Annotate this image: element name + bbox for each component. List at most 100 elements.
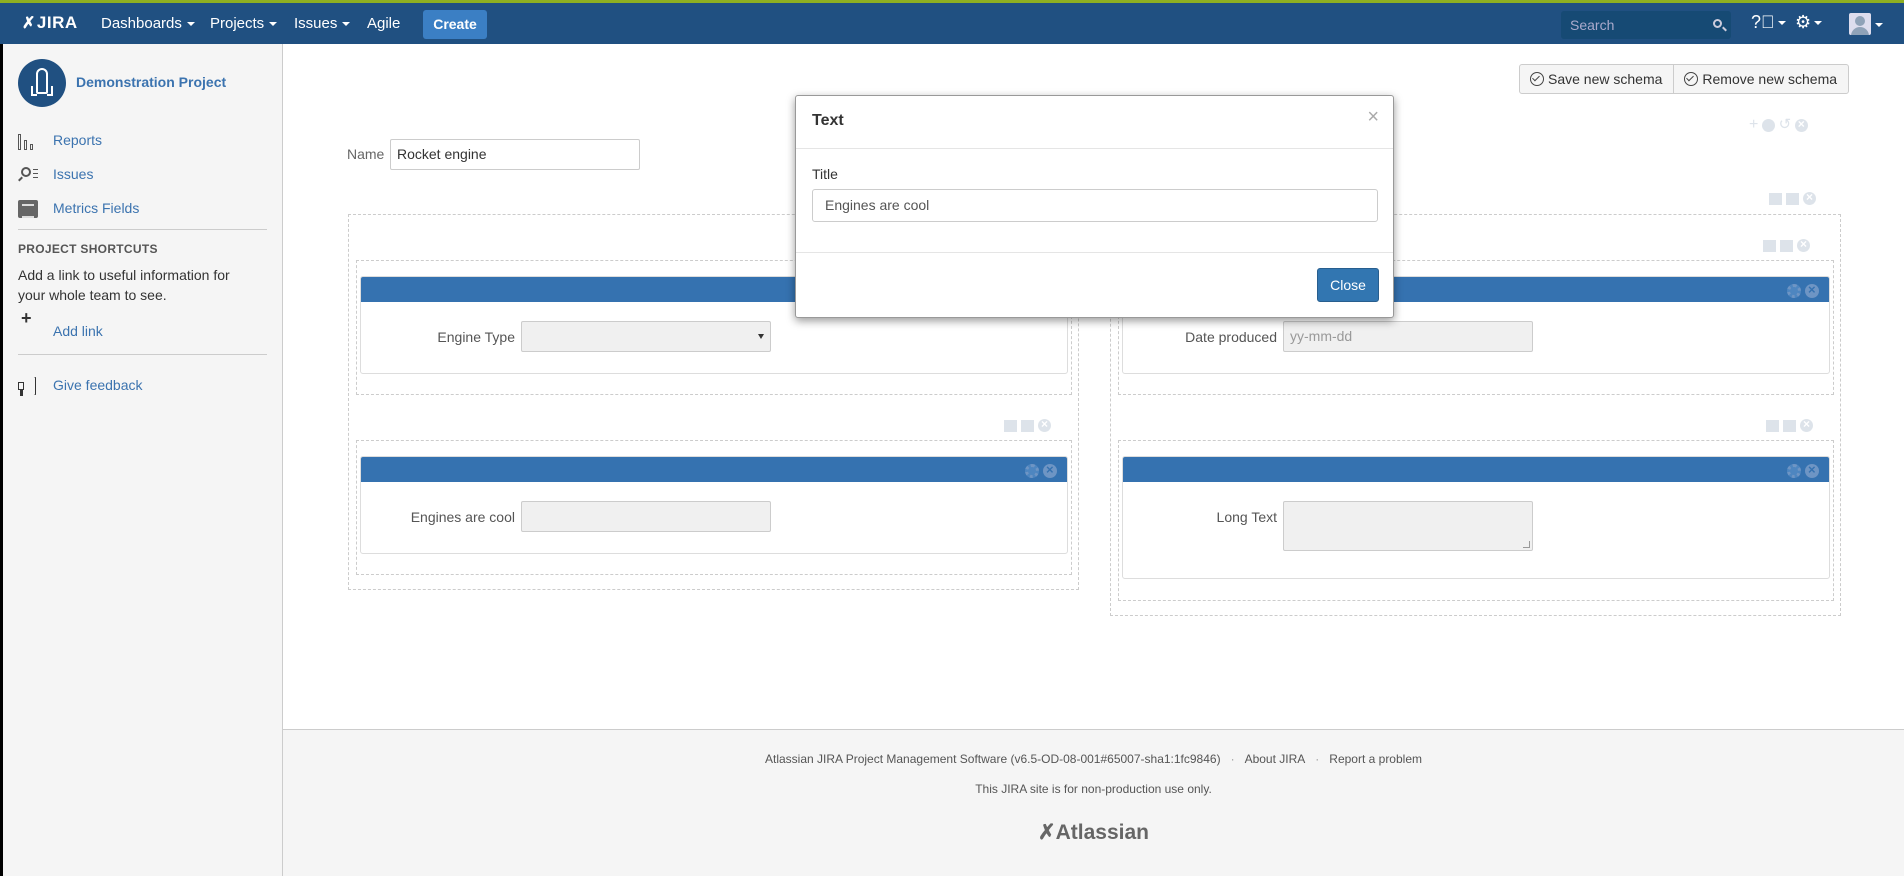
remove-circle-icon[interactable] [1794,117,1808,133]
add-link-button[interactable]: Add link [53,323,103,339]
atlassian-logo[interactable]: ✗Atlassian [283,820,1904,845]
close-icon[interactable]: × [1367,106,1379,129]
expand-icon[interactable] [1021,419,1034,432]
remove-circle-icon[interactable] [1803,190,1816,206]
chevron-down-icon [269,22,278,27]
remove-circle-icon[interactable] [1805,282,1819,299]
undo-icon[interactable]: ↺ [1779,116,1792,133]
row-toolbar-icons [1763,237,1810,253]
search-icon [1713,19,1722,28]
report-problem-link[interactable]: Report a problem [1329,752,1422,766]
schema-toolbar-icons: + ↺ [1749,115,1808,134]
title-field-label: Title [812,166,838,182]
nav-projects[interactable]: Projects [210,15,278,32]
check-circle-icon [1530,72,1544,86]
sidebar-item-reports[interactable]: Reports [53,132,102,148]
engines-cool-input[interactable] [521,501,771,532]
text-field-dialog: Text × Title Engines are cool Close [795,95,1394,318]
shortcuts-description: Add a link to useful information for you… [18,267,230,303]
dialog-divider [796,252,1393,253]
gear-icon: ⚙ [1795,12,1812,32]
chevron-down-icon [1875,23,1883,27]
window-edge [0,44,3,876]
page-footer: Atlassian JIRA Project Management Softwa… [283,729,1904,876]
close-button[interactable]: Close [1317,268,1379,302]
about-jira-link[interactable]: About JIRA [1245,752,1306,766]
panel-header [1123,457,1829,482]
jira-logo[interactable]: ✗JIRA [22,13,78,33]
gear-icon[interactable] [1787,464,1801,479]
metrics-icon [18,200,38,218]
issues-search-icon [18,166,38,184]
expand-icon[interactable] [1786,192,1799,205]
sidebar-item-issues[interactable]: Issues [53,166,93,182]
project-avatar[interactable] [18,59,66,107]
collapse-icon[interactable] [1766,419,1779,432]
row-toolbar-icons [1766,417,1813,433]
long-text-panel: Long Text [1122,456,1830,579]
dialog-divider [796,148,1393,149]
settings-menu[interactable]: ⚙ [1795,12,1823,33]
plus-icon[interactable]: + [1749,116,1758,133]
gear-icon[interactable] [1787,284,1801,299]
help-icon: ?⃝ [1751,12,1775,32]
atlassian-icon: ✗ [1038,821,1056,844]
sidebar-item-metrics-fields[interactable]: Metrics Fields [53,200,139,216]
help-menu[interactable]: ?⃝ [1751,12,1786,33]
user-avatar[interactable] [1849,13,1871,35]
remove-circle-icon[interactable] [1805,462,1819,479]
remove-circle-icon[interactable] [1038,417,1051,433]
date-produced-input[interactable]: yy-mm-dd [1283,321,1533,352]
sidebar-divider [18,229,267,230]
resize-handle-icon[interactable] [1523,541,1530,548]
field-label: Engines are cool [410,509,515,525]
megaphone-icon [18,377,40,396]
long-text-textarea[interactable] [1283,501,1533,551]
footer-notice: This JIRA site is for non-production use… [975,782,1212,796]
expand-icon[interactable] [1780,239,1793,252]
check-circle-icon [1684,72,1699,86]
search-input[interactable]: Search [1561,11,1731,39]
field-label: Long Text [1216,509,1277,525]
remove-circle-icon[interactable] [1797,237,1810,253]
field-label: Date produced [1185,329,1277,345]
row-toolbar-icons [1004,417,1051,433]
chevron-down-icon [758,334,764,339]
bar-chart-icon [18,132,38,150]
engine-type-select[interactable] [521,321,771,352]
remove-schema-button[interactable]: Remove new schema [1673,65,1848,93]
remove-circle-icon[interactable] [1800,417,1813,433]
schema-name-input[interactable]: Rocket engine [390,139,640,170]
nav-agile[interactable]: Agile [367,15,400,32]
expand-icon[interactable] [1783,419,1796,432]
collapse-icon[interactable] [1763,239,1776,252]
chevron-down-icon [1814,21,1823,26]
panel-header [361,457,1067,482]
project-name-link[interactable]: Demonstration Project [76,74,226,90]
footer-links: Atlassian JIRA Project Management Softwa… [765,752,1422,766]
chevron-down-icon [1777,21,1786,26]
remove-circle-icon[interactable] [1043,462,1057,479]
sidebar-divider [18,354,267,355]
give-feedback-link[interactable]: Give feedback [53,377,143,393]
project-sidebar: Demonstration Project Reports Issues Met… [0,44,283,876]
engines-cool-panel: Engines are cool [360,456,1068,554]
collapse-icon[interactable] [1004,419,1017,432]
dialog-title: Text [812,112,844,129]
nav-issues[interactable]: Issues [294,15,351,32]
field-label: Engine Type [437,329,515,345]
create-button[interactable]: Create [423,10,487,39]
check-circle-icon[interactable] [1761,119,1775,133]
chevron-down-icon [342,22,351,27]
software-version: Atlassian JIRA Project Management Softwa… [765,752,1221,766]
schema-button-group: Save new schema Remove new schema [1519,64,1850,94]
name-label: Name [347,146,385,162]
nav-dashboards[interactable]: Dashboards [101,15,195,32]
chevron-down-icon [186,22,195,27]
shortcuts-heading: PROJECT SHORTCUTS [18,242,158,256]
plus-icon: + [21,308,32,328]
save-schema-button[interactable]: Save new schema [1520,65,1673,93]
collapse-icon[interactable] [1769,192,1782,205]
title-input[interactable]: Engines are cool [812,189,1378,222]
gear-icon[interactable] [1025,464,1039,479]
